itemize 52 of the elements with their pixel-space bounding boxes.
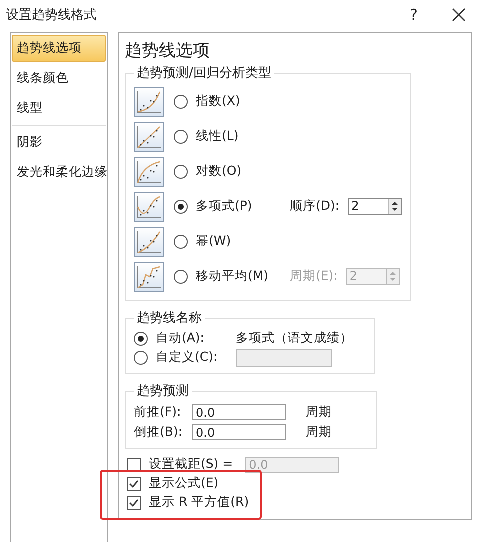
radio-button[interactable] xyxy=(174,94,188,108)
checkbox-label: 设置截距(S) = xyxy=(149,456,234,473)
trendline-chart-icon[interactable] xyxy=(134,262,164,292)
checkbox-label: 显示公式(E) xyxy=(149,475,219,492)
radio-button[interactable] xyxy=(174,200,188,214)
radio-label: 自定义(C): xyxy=(156,349,219,366)
field-label: 倒推(B): xyxy=(134,424,184,440)
window-title: 设置趋势线格式 xyxy=(6,7,98,24)
field-label: 前推(F): xyxy=(134,404,182,420)
checkbox[interactable] xyxy=(127,496,141,510)
checkbox-label: 显示 R 平方值(R) xyxy=(149,494,250,511)
trendline-chart-icon[interactable] xyxy=(134,86,164,116)
checkbox[interactable] xyxy=(127,458,141,472)
radio-button[interactable] xyxy=(174,234,188,248)
radio-label: 移动平均(M) xyxy=(196,268,270,285)
trendline-name: 多项式（语文成绩） xyxy=(236,330,353,347)
sidebar-item[interactable]: 发光和柔化边缘 xyxy=(12,159,106,186)
radio-label: 指数(X) xyxy=(196,93,242,110)
spin-arrows-icon[interactable] xyxy=(388,199,401,214)
group-title: 趋势线名称 xyxy=(136,310,203,327)
unit-label: 周期 xyxy=(306,404,332,420)
group-title: 趋势预测/回归分析类型 xyxy=(136,65,272,82)
radio-button[interactable] xyxy=(134,350,148,364)
sidebar-item[interactable]: 线型 xyxy=(12,95,106,122)
unit-label: 周期 xyxy=(306,424,332,440)
trendline-chart-icon[interactable] xyxy=(134,226,164,256)
radio-button[interactable] xyxy=(134,332,148,346)
group-title: 趋势预测 xyxy=(136,383,190,400)
radio-button[interactable] xyxy=(174,164,188,178)
sidebar-item[interactable]: 趋势线选项 xyxy=(12,35,106,62)
sidebar-item[interactable]: 阴影 xyxy=(12,129,106,156)
radio-button[interactable] xyxy=(174,270,188,284)
panel-title: 趋势线选项 xyxy=(125,40,211,62)
input-field[interactable]: 0.0 xyxy=(192,404,286,420)
checkbox[interactable] xyxy=(127,476,141,490)
spin-field[interactable]: 2 xyxy=(348,198,402,215)
sidebar-item[interactable]: 线条颜色 xyxy=(12,65,106,92)
radio-label: 线性(L) xyxy=(196,128,240,145)
field-label: 周期(E): xyxy=(290,268,338,285)
help-button[interactable]: ? xyxy=(410,6,418,24)
radio-label: 对数(O) xyxy=(196,163,243,180)
trendline-chart-icon[interactable] xyxy=(134,156,164,186)
radio-label: 幂(W) xyxy=(196,233,232,250)
name-input[interactable] xyxy=(236,348,332,366)
trendline-chart-icon[interactable] xyxy=(134,122,164,152)
input-field[interactable]: 0.0 xyxy=(192,424,286,440)
radio-label: 自动(A): xyxy=(156,330,206,347)
close-icon[interactable] xyxy=(452,8,466,22)
radio-button[interactable] xyxy=(174,130,188,144)
field-label: 顺序(D): xyxy=(290,198,340,215)
radio-label: 多项式(P) xyxy=(196,198,254,215)
trendline-chart-icon[interactable] xyxy=(134,192,164,222)
